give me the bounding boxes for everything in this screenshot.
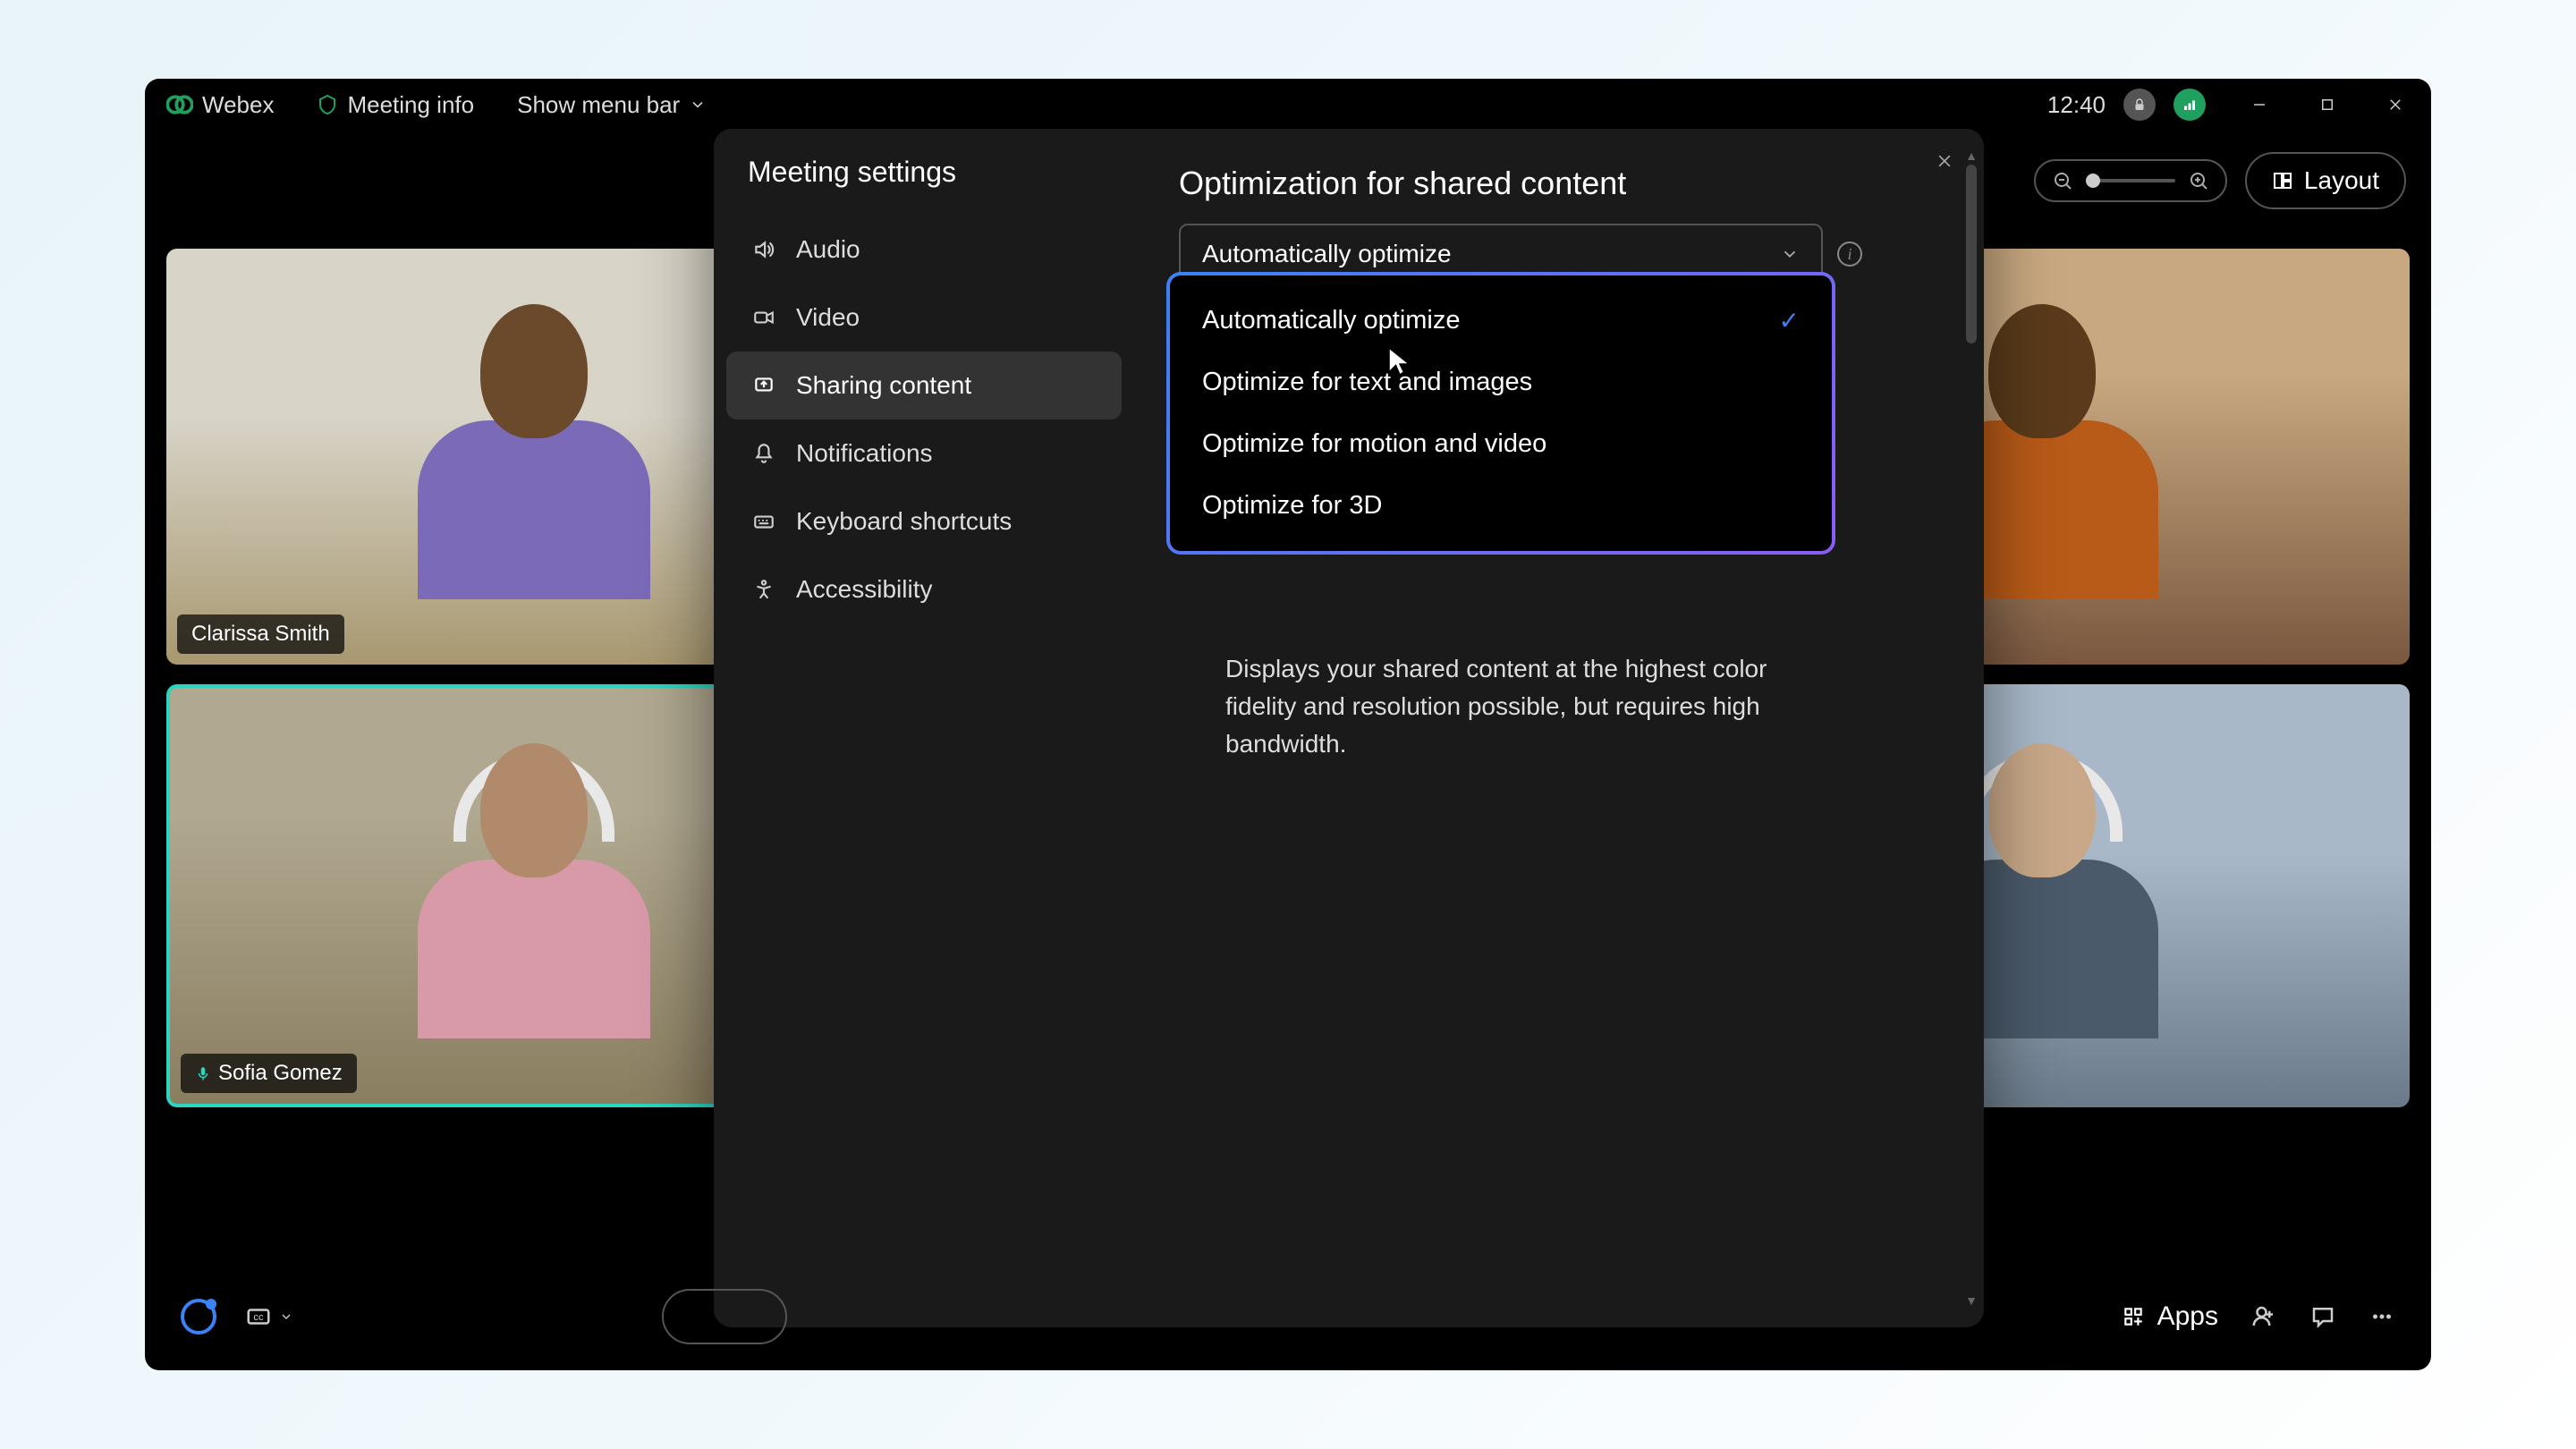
scroll-up-icon[interactable]: ▲ bbox=[1964, 148, 1979, 163]
nav-item-video[interactable]: Video bbox=[726, 284, 1122, 352]
settings-title: Meeting settings bbox=[726, 156, 1122, 216]
dropdown-menu: Automatically optimize ✓ Optimize for te… bbox=[1166, 272, 1835, 555]
meeting-info-button[interactable]: Meeting info bbox=[317, 91, 474, 119]
camera-icon bbox=[751, 305, 776, 330]
lock-icon bbox=[2131, 97, 2148, 113]
app-window: Webex Meeting info Show menu bar 12:40 bbox=[145, 79, 2431, 1370]
option-auto[interactable]: Automatically optimize ✓ bbox=[1170, 290, 1832, 352]
close-icon bbox=[2387, 97, 2403, 113]
more-button[interactable] bbox=[2368, 1303, 2395, 1330]
check-icon: ✓ bbox=[1779, 306, 1800, 335]
menu-bar-label: Show menu bar bbox=[517, 91, 680, 119]
chevron-down-icon bbox=[279, 1309, 293, 1324]
layout-button[interactable]: Layout bbox=[2245, 152, 2406, 209]
zoom-slider[interactable] bbox=[2086, 179, 2175, 182]
zoom-control[interactable] bbox=[2034, 159, 2227, 202]
option-motion[interactable]: Optimize for motion and video bbox=[1170, 413, 1832, 475]
name-tag: Clarissa Smith bbox=[177, 614, 344, 654]
cohost-indicator[interactable] bbox=[181, 1299, 216, 1335]
option-3d[interactable]: Optimize for 3D bbox=[1170, 475, 1832, 537]
chat-button[interactable] bbox=[2309, 1303, 2336, 1330]
shield-icon bbox=[317, 94, 338, 115]
settings-sidebar: Meeting settings Audio Video Sharing con… bbox=[714, 129, 1134, 1327]
name-tag: Sofia Gomez bbox=[181, 1054, 357, 1093]
signal-icon bbox=[2182, 97, 2198, 113]
content-heading: Optimization for shared content bbox=[1179, 165, 1957, 202]
top-controls: Layout bbox=[2034, 152, 2406, 209]
signal-badge[interactable] bbox=[2174, 89, 2206, 121]
people-icon bbox=[2250, 1303, 2277, 1330]
close-window-button[interactable] bbox=[2381, 90, 2410, 119]
control-pill[interactable] bbox=[662, 1289, 787, 1344]
option-text[interactable]: Optimize for text and images bbox=[1170, 352, 1832, 413]
maximize-button[interactable] bbox=[2313, 90, 2342, 119]
maximize-icon bbox=[2319, 97, 2335, 113]
tooltip: Displays your shared content at the high… bbox=[1197, 625, 1805, 788]
info-icon[interactable]: i bbox=[1837, 242, 1862, 267]
minimize-icon bbox=[2251, 97, 2267, 113]
apps-button[interactable]: Apps bbox=[2122, 1301, 2218, 1332]
app-logo[interactable]: Webex bbox=[166, 91, 274, 119]
nav-label: Keyboard shortcuts bbox=[796, 507, 1012, 536]
nav-item-sharing[interactable]: Sharing content bbox=[726, 352, 1122, 419]
layout-icon bbox=[2272, 170, 2293, 191]
dropdown-selected-label: Automatically optimize bbox=[1202, 240, 1452, 268]
accessibility-icon bbox=[751, 577, 776, 602]
titlebar: Webex Meeting info Show menu bar 12:40 bbox=[145, 79, 2431, 131]
meeting-info-label: Meeting info bbox=[347, 91, 474, 119]
nav-item-notifications[interactable]: Notifications bbox=[726, 419, 1122, 487]
mic-icon bbox=[195, 1065, 211, 1081]
webex-icon bbox=[166, 91, 193, 118]
bottom-bar: cc Apps bbox=[145, 1263, 2431, 1370]
captions-button[interactable]: cc bbox=[245, 1303, 293, 1330]
scrollbar[interactable]: ▲ ▼ bbox=[1966, 165, 1977, 1292]
nav-label: Notifications bbox=[796, 439, 933, 468]
apps-label: Apps bbox=[2157, 1301, 2218, 1332]
share-icon bbox=[751, 373, 776, 398]
chevron-down-icon bbox=[1780, 244, 1800, 264]
more-icon bbox=[2368, 1303, 2395, 1330]
app-name-label: Webex bbox=[202, 91, 274, 119]
zoom-in-icon[interactable] bbox=[2188, 170, 2209, 191]
nav-item-keyboard[interactable]: Keyboard shortcuts bbox=[726, 487, 1122, 555]
keyboard-icon bbox=[751, 509, 776, 534]
clock: 12:40 bbox=[2047, 91, 2106, 119]
cc-icon: cc bbox=[245, 1303, 272, 1330]
minimize-button[interactable] bbox=[2245, 90, 2274, 119]
nav-item-audio[interactable]: Audio bbox=[726, 216, 1122, 284]
speaker-icon bbox=[751, 237, 776, 262]
lock-badge[interactable] bbox=[2123, 89, 2156, 121]
scroll-thumb[interactable] bbox=[1966, 165, 1977, 343]
layout-label: Layout bbox=[2304, 166, 2379, 195]
settings-panel: Meeting settings Audio Video Sharing con… bbox=[714, 129, 1984, 1327]
chevron-down-icon bbox=[689, 96, 707, 114]
show-menu-bar-button[interactable]: Show menu bar bbox=[517, 91, 707, 119]
nav-label: Sharing content bbox=[796, 371, 971, 400]
chat-icon bbox=[2309, 1303, 2336, 1330]
participants-button[interactable] bbox=[2250, 1303, 2277, 1330]
bell-icon bbox=[751, 441, 776, 466]
apps-icon bbox=[2122, 1305, 2145, 1328]
nav-item-accessibility[interactable]: Accessibility bbox=[726, 555, 1122, 623]
nav-label: Video bbox=[796, 303, 860, 332]
settings-content: Optimization for shared content Automati… bbox=[1134, 129, 1984, 1327]
nav-label: Accessibility bbox=[796, 575, 932, 604]
nav-label: Audio bbox=[796, 235, 860, 264]
svg-text:cc: cc bbox=[253, 1312, 264, 1323]
zoom-out-icon[interactable] bbox=[2052, 170, 2073, 191]
